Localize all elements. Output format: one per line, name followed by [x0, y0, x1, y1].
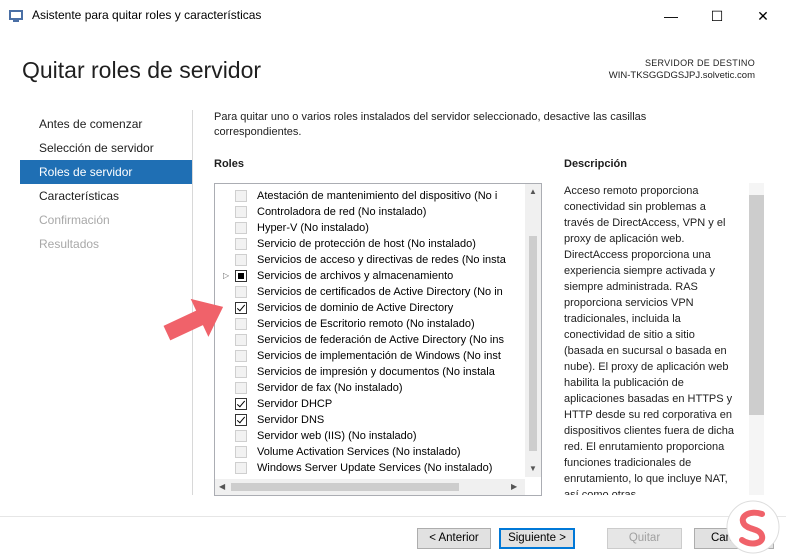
- window-title: Asistente para quitar roles y caracterís…: [32, 8, 262, 22]
- role-label: Servicios de federación de Active Direct…: [257, 334, 504, 346]
- role-checkbox[interactable]: [235, 398, 247, 410]
- nav-item-server-selection[interactable]: Selección de servidor: [20, 136, 192, 160]
- role-label: Hyper-V (No instalado): [257, 222, 369, 234]
- roles-heading: Roles: [214, 158, 244, 170]
- nav-item-label: Antes de comenzar: [39, 117, 143, 131]
- destination-server-name: WIN-TKSGGDGSJPJ.solvetic.com: [608, 70, 755, 81]
- role-label: Servicios de dominio de Active Directory: [257, 302, 454, 314]
- server-manager-icon: [9, 10, 23, 22]
- nav-item-label: Características: [39, 189, 120, 203]
- nav-item-results: Resultados: [20, 232, 192, 256]
- role-checkbox[interactable]: [235, 430, 247, 442]
- maximize-icon: ☐: [710, 7, 724, 24]
- role-checkbox[interactable]: [235, 334, 247, 346]
- roles-list[interactable]: Atestación de mantenimiento del disposit…: [214, 183, 542, 496]
- next-button[interactable]: Siguiente >: [499, 528, 575, 549]
- minimize-icon: —: [664, 8, 678, 24]
- title-bar: Asistente para quitar roles y caracterís…: [0, 0, 786, 32]
- role-checkbox[interactable]: [235, 270, 247, 282]
- nav-item-features[interactable]: Características: [20, 184, 192, 208]
- close-window-button[interactable]: ✕: [740, 0, 786, 32]
- roles-horizontal-scrollbar[interactable]: ◀ ▶: [215, 479, 525, 495]
- page-title: Quitar roles de servidor: [22, 57, 262, 83]
- role-checkbox[interactable]: [235, 302, 247, 314]
- remove-button: Quitar: [607, 528, 682, 549]
- expand-icon[interactable]: ▷: [223, 268, 229, 284]
- pointer-arrow-icon: [163, 298, 224, 341]
- description-heading: Descripción: [564, 158, 627, 170]
- role-label: Servicio de protección de host (No insta…: [257, 238, 476, 250]
- role-checkbox[interactable]: [235, 446, 247, 458]
- minimize-button[interactable]: —: [648, 0, 694, 32]
- role-checkbox[interactable]: [235, 350, 247, 362]
- role-label: Windows Server Update Services (No insta…: [257, 462, 493, 474]
- role-label: Atestación de mantenimiento del disposit…: [257, 190, 498, 202]
- role-label: Servidor DHCP: [257, 398, 333, 410]
- close-icon: ✕: [757, 7, 769, 24]
- role-label: Servidor DNS: [257, 414, 325, 426]
- nav-item-label: Confirmación: [39, 213, 110, 227]
- role-label: Servicios de Escritorio remoto (No insta…: [257, 318, 475, 330]
- role-checkbox[interactable]: [235, 286, 247, 298]
- solvetic-logo-icon: [726, 500, 780, 554]
- roles-vertical-scrollbar[interactable]: ▲ ▼: [525, 184, 541, 477]
- nav-item-label: Selección de servidor: [39, 141, 154, 155]
- scroll-right-icon[interactable]: ▶: [511, 482, 517, 491]
- previous-button[interactable]: < Anterior: [417, 528, 491, 549]
- role-checkbox[interactable]: [235, 254, 247, 266]
- role-label: Servidor web (IIS) (No instalado): [257, 430, 417, 442]
- nav-item-server-roles[interactable]: Roles de servidor: [20, 160, 192, 184]
- nav-item-confirmation: Confirmación: [20, 208, 192, 232]
- role-label: Volume Activation Services (No instalado…: [257, 446, 461, 458]
- footer-divider: [0, 516, 786, 517]
- description-text: Acceso remoto proporciona conectividad s…: [564, 185, 734, 495]
- wizard-navigation: Antes de comenzar Selección de servidor …: [20, 112, 192, 256]
- role-label: Servicios de impresión y documentos (No …: [257, 366, 495, 378]
- nav-item-label: Roles de servidor: [39, 165, 133, 179]
- scroll-left-icon[interactable]: ◀: [219, 482, 225, 491]
- description-scrollbar[interactable]: [749, 183, 764, 495]
- role-checkbox[interactable]: [235, 222, 247, 234]
- role-checkbox[interactable]: [235, 190, 247, 202]
- roles-horizontal-scroll-thumb[interactable]: [231, 483, 459, 491]
- role-label: Controladora de red (No instalado): [257, 206, 427, 218]
- scroll-down-icon[interactable]: ▼: [529, 464, 537, 473]
- nav-item-label: Resultados: [39, 237, 100, 251]
- role-label: Servidor de fax (No instalado): [257, 382, 403, 394]
- description-panel: Acceso remoto proporciona conectividad s…: [564, 183, 764, 495]
- description-scroll-thumb[interactable]: [749, 195, 764, 415]
- role-label: Servicios de archivos y almacenamiento: [257, 270, 454, 282]
- maximize-button[interactable]: ☐: [694, 0, 740, 32]
- role-checkbox[interactable]: [235, 318, 247, 330]
- destination-server-label: SERVIDOR DE DESTINO: [644, 58, 755, 68]
- roles-vertical-scroll-thumb[interactable]: [529, 236, 537, 451]
- role-checkbox[interactable]: [235, 414, 247, 426]
- role-label: Servicios de certificados de Active Dire…: [257, 286, 503, 298]
- role-checkbox[interactable]: [235, 462, 247, 474]
- role-label: Servicios de acceso y directivas de rede…: [257, 254, 506, 266]
- role-checkbox[interactable]: [235, 206, 247, 218]
- nav-item-before-you-begin[interactable]: Antes de comenzar: [20, 112, 192, 136]
- role-checkbox[interactable]: [235, 238, 247, 250]
- role-checkbox[interactable]: [235, 382, 247, 394]
- role-checkbox[interactable]: [235, 366, 247, 378]
- scroll-up-icon[interactable]: ▲: [529, 187, 537, 196]
- instructions-text: Para quitar uno o varios roles instalado…: [214, 111, 647, 138]
- role-label: Servicios de implementación de Windows (…: [257, 350, 501, 362]
